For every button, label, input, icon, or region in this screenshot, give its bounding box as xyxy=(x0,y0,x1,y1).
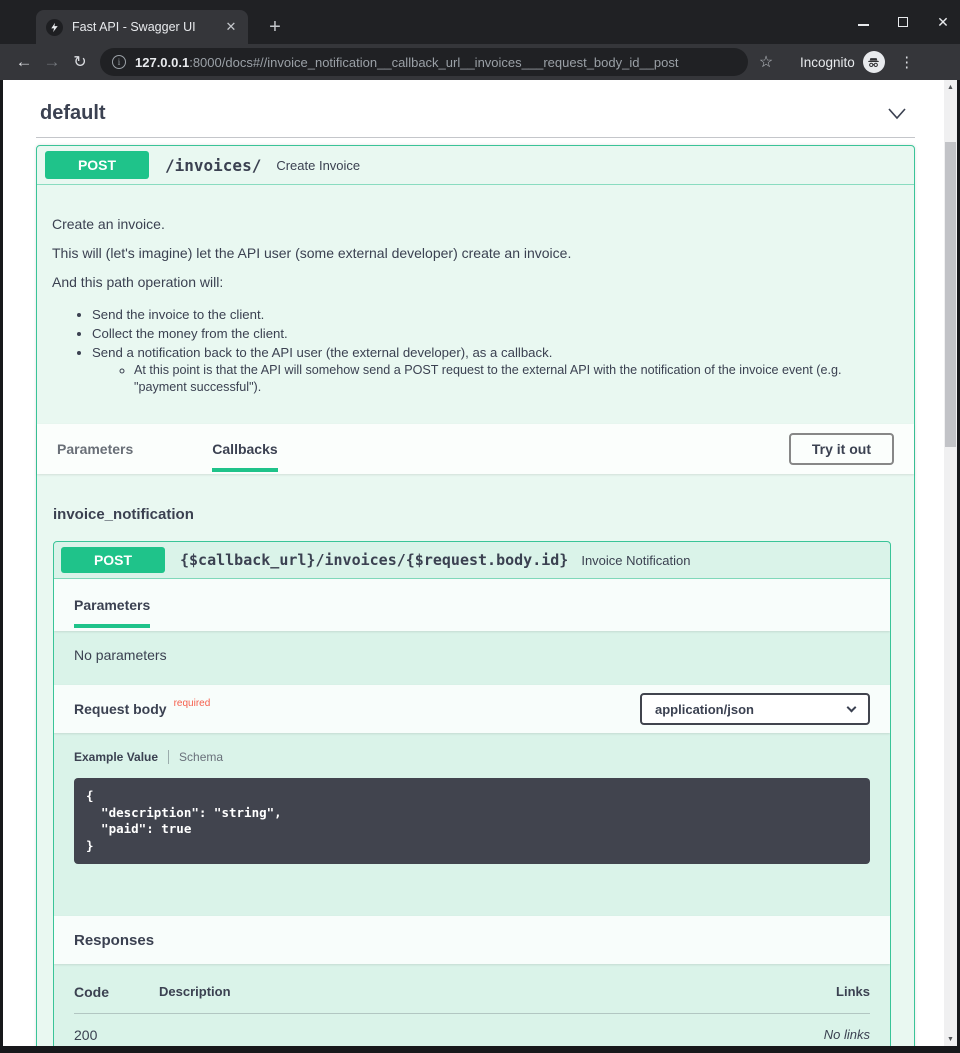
scrollbar-thumb[interactable] xyxy=(945,142,956,447)
scrollbar-down-icon[interactable]: ▼ xyxy=(947,1032,954,1046)
response-links: No links xyxy=(810,1027,870,1046)
responses-header: Responses xyxy=(54,916,890,964)
response-code: 200 xyxy=(74,1027,159,1046)
reload-button[interactable]: ↻ xyxy=(66,48,94,76)
responses-table: Code Description Links 200 Successful Re… xyxy=(54,964,890,1046)
minimize-button[interactable] xyxy=(856,15,870,29)
list-item: Send the invoice to the client. xyxy=(92,307,866,322)
browser-tab[interactable]: Fast API - Swagger UI ✕ xyxy=(36,10,248,44)
callbacks-section: invoice_notification POST {$callback_url… xyxy=(37,474,914,1046)
tag-section-header[interactable]: default xyxy=(36,102,915,125)
maximize-icon xyxy=(898,17,908,27)
callback-path: {$callback_url}/invoices/{$request.body.… xyxy=(180,551,568,569)
url-path: :8000/docs#//invoice_notification__callb… xyxy=(189,55,678,70)
try-it-out-button[interactable]: Try it out xyxy=(789,433,894,465)
browser-titlebar: Fast API - Swagger UI ✕ + ✕ xyxy=(0,0,960,44)
opblock-callback-post: POST {$callback_url}/invoices/{$request.… xyxy=(53,541,891,1046)
request-body-label-group: Request body required xyxy=(74,701,210,717)
list-item: Collect the money from the client. xyxy=(92,326,866,341)
tab-close-icon[interactable]: ✕ xyxy=(222,18,240,36)
content-type-value: application/json xyxy=(655,702,754,717)
description-sublist: At this point is that the API will someh… xyxy=(92,362,866,396)
description-paragraph: This will (let's imagine) let the API us… xyxy=(52,245,866,261)
browser-menu-icon[interactable]: ⋮ xyxy=(897,53,917,71)
callback-summary-text: Invoice Notification xyxy=(581,553,690,568)
column-description: Description xyxy=(159,984,810,1000)
list-item: Send a notification back to the API user… xyxy=(92,345,866,396)
operation-summary: Create Invoice xyxy=(276,158,360,173)
incognito-indicator: Incognito xyxy=(800,51,885,73)
url-host: 127.0.0.1 xyxy=(135,55,189,70)
tab-example-value[interactable]: Example Value xyxy=(74,750,158,764)
description-paragraph: Create an invoice. xyxy=(52,216,866,232)
tab-callback-parameters[interactable]: Parameters xyxy=(74,597,150,613)
responses-table-head: Code Description Links xyxy=(74,984,870,1014)
response-description: Successful Response xyxy=(159,1044,810,1046)
opblock-post-invoices: POST /invoices/ Create Invoice Create an… xyxy=(36,145,915,1046)
address-bar[interactable]: i 127.0.0.1:8000/docs#//invoice_notifica… xyxy=(100,48,748,76)
close-window-button[interactable]: ✕ xyxy=(936,15,950,29)
swagger-ui: default POST /invoices/ Create Invoice C… xyxy=(3,80,944,1046)
no-parameters-message: No parameters xyxy=(54,631,890,681)
collapse-chevron-icon[interactable] xyxy=(886,106,908,122)
minimize-icon xyxy=(858,24,869,26)
request-body-example: Example Value Schema { "description": "s… xyxy=(54,733,890,916)
page-scrollbar[interactable]: ▲ ▼ xyxy=(944,80,957,1046)
callback-name: invoice_notification xyxy=(53,506,891,523)
column-code: Code xyxy=(74,984,159,1000)
page-viewport: default POST /invoices/ Create Invoice C… xyxy=(3,80,944,1046)
section-divider xyxy=(36,137,915,138)
description-list: Send the invoice to the client. Collect … xyxy=(52,307,866,396)
required-badge: required xyxy=(174,698,211,709)
forward-button[interactable]: → xyxy=(38,48,66,76)
operation-description: Create an invoice. This will (let's imag… xyxy=(37,185,914,424)
site-info-icon[interactable]: i xyxy=(112,55,126,69)
method-badge: POST xyxy=(45,151,149,179)
description-paragraph: And this path operation will: xyxy=(52,274,866,290)
incognito-label: Incognito xyxy=(800,55,855,70)
response-row-200: 200 Successful Response No links xyxy=(74,1014,870,1046)
browser-window: Fast API - Swagger UI ✕ + ✕ ← → ↻ i 127.… xyxy=(0,0,960,1053)
scrollbar-up-icon[interactable]: ▲ xyxy=(947,80,954,94)
request-body-header: Request body required application/json xyxy=(54,685,890,733)
browser-toolbar: ← → ↻ i 127.0.0.1:8000/docs#//invoice_no… xyxy=(0,44,960,80)
tab-parameters[interactable]: Parameters xyxy=(57,441,133,457)
example-schema-tabs: Example Value Schema xyxy=(74,750,870,764)
url-text: 127.0.0.1:8000/docs#//invoice_notificati… xyxy=(135,55,679,70)
chevron-down-icon xyxy=(847,702,857,712)
incognito-icon xyxy=(863,51,885,73)
tab-callbacks[interactable]: Callbacks xyxy=(212,441,277,457)
new-tab-button[interactable]: + xyxy=(262,14,288,40)
column-links: Links xyxy=(810,984,870,1000)
tag-section-title: default xyxy=(40,102,106,125)
callback-summary[interactable]: POST {$callback_url}/invoices/{$request.… xyxy=(54,542,890,579)
fastapi-favicon-icon xyxy=(46,19,63,36)
bookmark-star-icon[interactable]: ☆ xyxy=(754,52,778,72)
opblock-summary[interactable]: POST /invoices/ Create Invoice xyxy=(37,146,914,185)
example-code-block[interactable]: { "description": "string", "paid": true … xyxy=(74,778,870,864)
back-button[interactable]: ← xyxy=(10,48,38,76)
tab-schema[interactable]: Schema xyxy=(179,750,223,764)
window-controls: ✕ xyxy=(856,0,950,44)
callback-parameters-header: Parameters xyxy=(54,579,890,631)
request-body-label: Request body xyxy=(74,701,167,717)
tab-separator xyxy=(168,750,169,764)
operation-tabs-header: Parameters Callbacks Try it out xyxy=(37,424,914,474)
operation-path: /invoices/ xyxy=(165,156,261,175)
content-type-select[interactable]: application/json xyxy=(640,693,870,725)
window-content: default POST /invoices/ Create Invoice C… xyxy=(0,80,960,1053)
responses-title: Responses xyxy=(74,932,154,949)
tab-title: Fast API - Swagger UI xyxy=(72,20,216,34)
method-badge: POST xyxy=(61,547,165,573)
maximize-button[interactable] xyxy=(896,15,910,29)
list-item: At this point is that the API will someh… xyxy=(134,362,866,396)
